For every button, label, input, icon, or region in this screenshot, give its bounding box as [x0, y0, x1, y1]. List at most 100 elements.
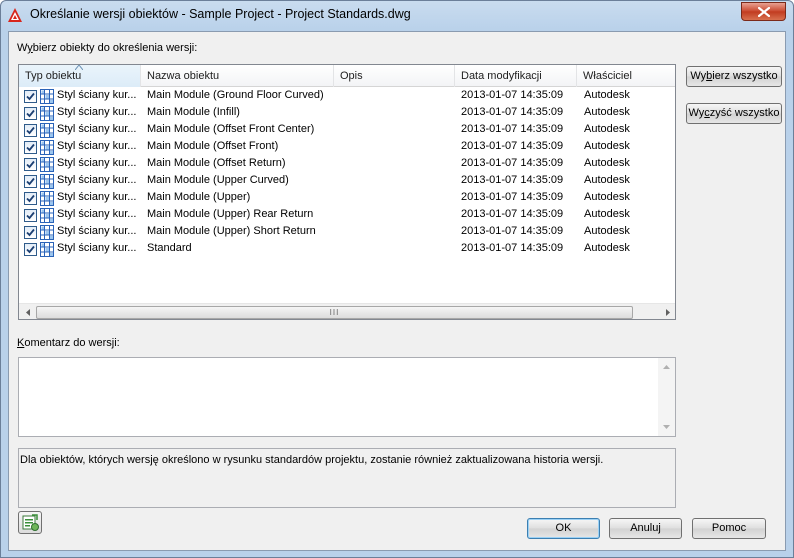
table-row[interactable]: Styl ściany kur... Main Module (Offset Fr…	[19, 122, 675, 139]
row-checkbox[interactable]	[24, 141, 37, 154]
table-row[interactable]: Styl ściany kur... Main Module (Upper) 201…	[19, 190, 675, 207]
column-header-modified-date[interactable]: Data modyfikacji	[455, 65, 577, 87]
curtain-wall-style-icon	[40, 89, 54, 104]
scroll-up-icon[interactable]	[662, 363, 671, 372]
cell-owner: Autodesk	[584, 242, 630, 254]
cell-name: Standard	[147, 242, 192, 254]
select-all-button[interactable]: Wybierz wszystko	[686, 66, 782, 87]
horizontal-scrollbar[interactable]: III	[19, 303, 675, 319]
cell-name: Main Module (Upper) Short Return	[147, 225, 316, 237]
cell-name: Main Module (Upper)	[147, 191, 251, 203]
info-box: Dla obiektów, których wersję określono w…	[18, 448, 676, 508]
cell-owner: Autodesk	[584, 157, 630, 169]
checkmark-icon	[26, 228, 35, 237]
scrollbar-grip: III	[329, 308, 340, 317]
cell-object-type: Styl ściany kur...	[57, 225, 137, 237]
scrollbar-thumb[interactable]: III	[36, 306, 633, 319]
curtain-wall-style-icon	[40, 106, 54, 121]
table-row[interactable]: Styl ściany kur... Main Module (Upper Cur…	[19, 173, 675, 190]
objects-list[interactable]: Typ obiektu Nazwa obiektu Opis Data mody…	[18, 64, 676, 320]
table-row[interactable]: Styl ściany kur... Main Module (Infill) 20…	[19, 105, 675, 122]
version-history-button[interactable]	[18, 511, 42, 534]
column-header-type[interactable]: Typ obiektu	[19, 65, 141, 87]
curtain-wall-style-icon	[40, 174, 54, 189]
window-title: Określanie wersji obiektów - Sample Proj…	[30, 7, 411, 21]
cell-object-type: Styl ściany kur...	[57, 123, 137, 135]
table-row[interactable]: Styl ściany kur... Main Module (Offset Fr…	[19, 139, 675, 156]
row-checkbox[interactable]	[24, 124, 37, 137]
dialog-client-area: Wybierz obiekty do określenia wersji: Ty…	[8, 31, 786, 551]
row-checkbox[interactable]	[24, 192, 37, 205]
cell-date: 2013-01-07 14:35:09	[461, 123, 564, 135]
cell-owner: Autodesk	[584, 123, 630, 135]
scroll-down-icon[interactable]	[662, 422, 671, 431]
cell-owner: Autodesk	[584, 208, 630, 220]
table-row[interactable]: Styl ściany kur... Standard 2013-01-07 14:…	[19, 241, 675, 258]
title-bar[interactable]: Określanie wersji obiektów - Sample Proj…	[1, 1, 793, 31]
info-text: Dla obiektów, których wersję określono w…	[20, 454, 604, 466]
cell-owner: Autodesk	[584, 89, 630, 101]
cell-name: Main Module (Upper Curved)	[147, 174, 289, 186]
cell-desc	[340, 89, 452, 104]
cell-object-type: Styl ściany kur...	[57, 242, 137, 254]
cell-owner: Autodesk	[584, 106, 630, 118]
cell-date: 2013-01-07 14:35:09	[461, 106, 564, 118]
row-checkbox[interactable]	[24, 226, 37, 239]
comment-textarea[interactable]	[18, 357, 676, 437]
cell-name: Main Module (Ground Floor Curved)	[147, 89, 324, 101]
column-header-owner[interactable]: Właściciel	[577, 65, 675, 87]
table-row[interactable]: Styl ściany kur... Main Module (Ground Fl…	[19, 88, 675, 105]
cell-object-type: Styl ściany kur...	[57, 208, 137, 220]
cell-name: Main Module (Offset Front Center)	[147, 123, 315, 135]
cell-date: 2013-01-07 14:35:09	[461, 140, 564, 152]
scroll-left-icon[interactable]	[24, 308, 33, 317]
cell-name: Main Module (Offset Front)	[147, 140, 279, 152]
table-row[interactable]: Styl ściany kur... Main Module (Upper) Re…	[19, 207, 675, 224]
checkmark-icon	[26, 160, 35, 169]
row-checkbox[interactable]	[24, 175, 37, 188]
list-header: Typ obiektu Nazwa obiektu Opis Data mody…	[19, 65, 675, 87]
cell-desc	[340, 208, 452, 223]
curtain-wall-style-icon	[40, 140, 54, 155]
cell-owner: Autodesk	[584, 191, 630, 203]
curtain-wall-style-icon	[40, 208, 54, 223]
cell-desc	[340, 242, 452, 257]
scroll-right-icon[interactable]	[663, 308, 672, 317]
cell-owner: Autodesk	[584, 140, 630, 152]
help-button[interactable]: Pomoc	[692, 518, 766, 539]
row-checkbox[interactable]	[24, 158, 37, 171]
curtain-wall-style-icon	[40, 123, 54, 138]
dialog-window: Określanie wersji obiektów - Sample Proj…	[0, 0, 794, 558]
close-button[interactable]	[741, 2, 786, 21]
cell-date: 2013-01-07 14:35:09	[461, 174, 564, 186]
cell-desc	[340, 140, 452, 155]
checkmark-icon	[26, 92, 35, 101]
clear-all-button[interactable]: Wyczyść wszystko	[686, 103, 782, 124]
checkmark-icon	[26, 177, 35, 186]
cancel-button[interactable]: Anuluj	[609, 518, 682, 539]
cell-date: 2013-01-07 14:35:09	[461, 225, 564, 237]
cell-object-type: Styl ściany kur...	[57, 140, 137, 152]
column-header-description[interactable]: Opis	[334, 65, 455, 87]
cell-name: Main Module (Upper) Rear Return	[147, 208, 314, 220]
ok-button[interactable]: OK	[527, 518, 600, 539]
checkmark-icon	[26, 109, 35, 118]
table-row[interactable]: Styl ściany kur... Main Module (Upper) Sh…	[19, 224, 675, 241]
cell-desc	[340, 225, 452, 240]
cell-object-type: Styl ściany kur...	[57, 89, 137, 101]
checkmark-icon	[26, 143, 35, 152]
row-checkbox[interactable]	[24, 90, 37, 103]
cell-name: Main Module (Offset Return)	[147, 157, 286, 169]
cell-date: 2013-01-07 14:35:09	[461, 89, 564, 101]
cell-desc	[340, 123, 452, 138]
row-checkbox[interactable]	[24, 107, 37, 120]
comment-vertical-scrollbar[interactable]	[658, 358, 675, 436]
cell-object-type: Styl ściany kur...	[57, 106, 137, 118]
row-checkbox[interactable]	[24, 243, 37, 256]
table-row[interactable]: Styl ściany kur... Main Module (Offset Re…	[19, 156, 675, 173]
checkmark-icon	[26, 194, 35, 203]
sort-ascending-icon	[75, 65, 83, 70]
row-checkbox[interactable]	[24, 209, 37, 222]
comment-label: Komentarz do wersji:	[17, 337, 120, 349]
column-header-name[interactable]: Nazwa obiektu	[141, 65, 334, 87]
